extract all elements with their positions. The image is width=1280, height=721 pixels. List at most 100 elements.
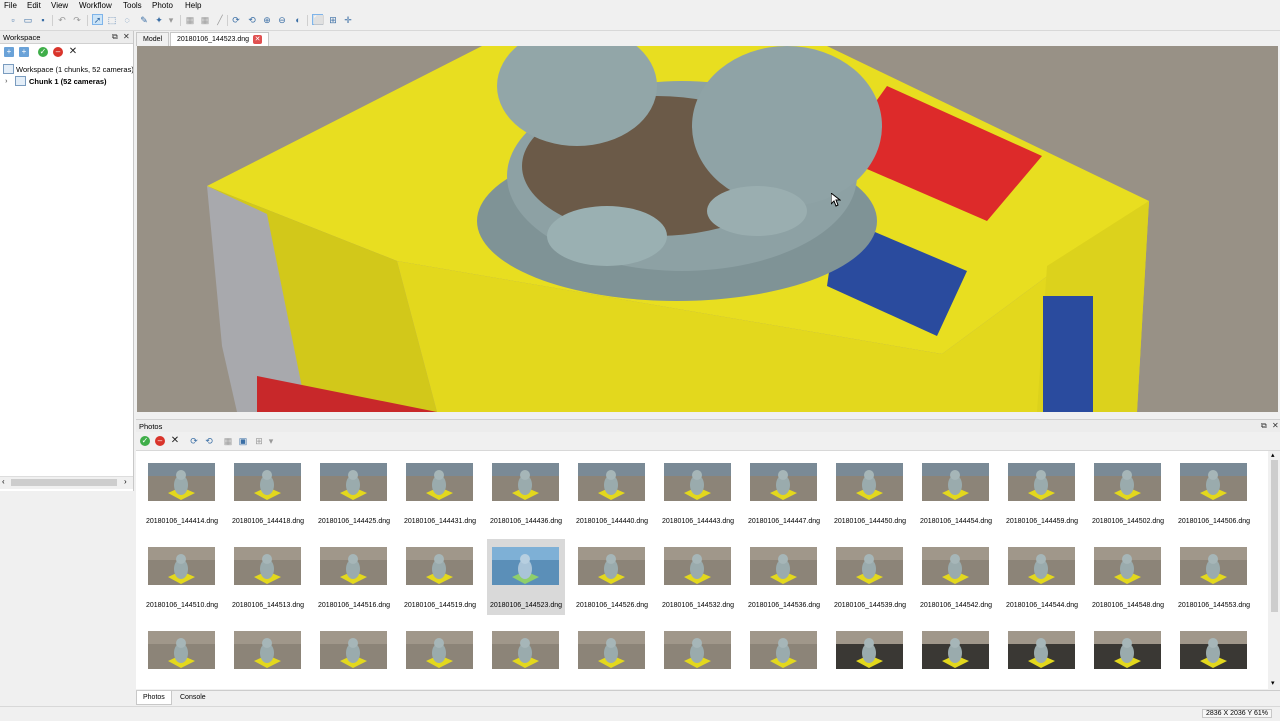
photo-thumbnail-cell[interactable]: 20180106_144443.dng: [659, 455, 737, 531]
chevron-down-icon[interactable]: ▾: [266, 436, 276, 446]
magic-wand-icon[interactable]: ✦: [154, 15, 164, 25]
crop-icon[interactable]: ▦: [185, 15, 195, 25]
photo-thumbnail-cell[interactable]: [1003, 623, 1081, 689]
photo-thumbnail-cell[interactable]: 20180106_144436.dng: [487, 455, 565, 531]
close-icon[interactable]: ✕: [123, 32, 130, 41]
redo-icon[interactable]: ↷: [72, 15, 82, 25]
photo-thumbnail-cell[interactable]: 20180106_144506.dng: [1175, 455, 1253, 531]
add-photos-icon[interactable]: +: [19, 47, 29, 57]
navigation-icon[interactable]: ➚: [92, 14, 103, 25]
tree-item-workspace[interactable]: Workspace (1 chunks, 52 cameras): [0, 64, 133, 75]
photo-thumbnail-cell[interactable]: [831, 623, 909, 689]
close-icon[interactable]: ✕: [1272, 421, 1279, 430]
photo-thumbnail-cell[interactable]: 20180106_144502.dng: [1089, 455, 1167, 531]
workspace-hscrollbar[interactable]: ‹ ›: [0, 476, 133, 489]
enable-icon[interactable]: ✓: [38, 47, 48, 57]
new-file-icon[interactable]: ▫: [8, 15, 18, 25]
photo-thumbnail-cell[interactable]: 20180106_144536.dng: [745, 539, 823, 615]
enable-icon[interactable]: ✓: [140, 436, 150, 446]
rotate-left-icon[interactable]: ⟲: [204, 436, 214, 446]
photo-thumbnail-cell[interactable]: 20180106_144431.dng: [401, 455, 479, 531]
scroll-down-icon[interactable]: ▾: [1271, 679, 1275, 687]
photo-thumbnail-cell[interactable]: [229, 623, 307, 689]
photo-thumbnail-cell[interactable]: 20180106_144532.dng: [659, 539, 737, 615]
remove-icon[interactable]: ✕: [68, 47, 78, 57]
tab-console[interactable]: Console: [174, 691, 212, 704]
photo-thumbnail-cell[interactable]: 20180106_144418.dng: [229, 455, 307, 531]
photo-thumbnail-cell[interactable]: [315, 623, 393, 689]
zoom-out-icon[interactable]: ⊖: [277, 15, 287, 25]
tab-model[interactable]: Model: [136, 32, 170, 46]
scrollbar-thumb[interactable]: [11, 479, 117, 486]
photo-thumbnail-cell[interactable]: 20180106_144450.dng: [831, 455, 909, 531]
move-icon[interactable]: ✛: [343, 15, 353, 25]
float-icon[interactable]: ⧉: [112, 32, 118, 42]
free-form-select-icon[interactable]: ◌: [122, 15, 132, 25]
undo-icon[interactable]: ↶: [57, 15, 67, 25]
photo-thumbnail-cell[interactable]: 20180106_144553.dng: [1175, 539, 1253, 615]
photo-thumbnail-cell[interactable]: 20180106_144526.dng: [573, 539, 651, 615]
tab-photo[interactable]: 20180106_144523.dng ✕: [170, 32, 270, 46]
photo-thumbnail-cell[interactable]: [143, 623, 221, 689]
show-cameras-icon[interactable]: ▣: [238, 436, 248, 446]
photo-thumbnail-cell[interactable]: [1175, 623, 1253, 689]
photo-thumbnail-cell[interactable]: 20180106_144510.dng: [143, 539, 221, 615]
menu-tools[interactable]: Tools: [123, 1, 142, 10]
line-icon[interactable]: ╱: [215, 15, 225, 25]
save-icon[interactable]: ▪: [38, 15, 48, 25]
photo-thumbnail-cell[interactable]: [1089, 623, 1167, 689]
photo-thumbnail-cell[interactable]: 20180106_144513.dng: [229, 539, 307, 615]
photo-thumbnail-cell[interactable]: 20180106_144523.dng: [487, 539, 565, 615]
photo-thumbnail-cell[interactable]: [573, 623, 651, 689]
photo-thumbnail-cell[interactable]: 20180106_144544.dng: [1003, 539, 1081, 615]
menu-edit[interactable]: Edit: [27, 1, 41, 10]
photos-vscrollbar[interactable]: ▴ ▾: [1269, 451, 1280, 689]
chevron-right-icon[interactable]: ›: [5, 76, 8, 85]
grid-icon[interactable]: ⊞: [328, 15, 338, 25]
photo-thumbnail-cell[interactable]: 20180106_144440.dng: [573, 455, 651, 531]
rotate-left-icon[interactable]: ⟲: [247, 15, 257, 25]
disable-icon[interactable]: –: [155, 436, 165, 446]
float-icon[interactable]: ⧉: [1261, 421, 1267, 431]
crop-icon-2[interactable]: ▦: [200, 15, 210, 25]
fit-icon[interactable]: ⬜: [312, 14, 324, 25]
view-mode-icon[interactable]: ⊞: [254, 436, 264, 446]
zoom-in-icon[interactable]: ⊕: [262, 15, 272, 25]
photo-thumbnail-cell[interactable]: 20180106_144519.dng: [401, 539, 479, 615]
photo-thumbnail-cell[interactable]: 20180106_144542.dng: [917, 539, 995, 615]
tab-photos[interactable]: Photos: [136, 691, 172, 705]
photo-thumbnail-cell[interactable]: [401, 623, 479, 689]
menu-workflow[interactable]: Workflow: [79, 1, 112, 10]
photo-thumbnail-cell[interactable]: [659, 623, 737, 689]
close-tab-icon[interactable]: ✕: [253, 34, 263, 44]
tree-item-chunk-1[interactable]: › Chunk 1 (52 cameras): [0, 76, 133, 87]
menu-file[interactable]: File: [4, 1, 17, 10]
photo-thumbnail-cell[interactable]: 20180106_144539.dng: [831, 539, 909, 615]
contrast-icon[interactable]: ◐: [293, 15, 303, 25]
menu-help[interactable]: Help: [185, 1, 201, 10]
reset-filter-icon[interactable]: ▦: [223, 436, 233, 446]
scroll-left-icon[interactable]: ‹: [2, 477, 5, 486]
scrollbar-thumb[interactable]: [1271, 460, 1278, 612]
photo-thumbnail-cell[interactable]: 20180106_144454.dng: [917, 455, 995, 531]
disable-icon[interactable]: –: [53, 47, 63, 57]
chevron-down-icon[interactable]: ▾: [166, 15, 176, 25]
photo-thumbnail-cell[interactable]: [745, 623, 823, 689]
photo-thumbnail-cell[interactable]: 20180106_144414.dng: [143, 455, 221, 531]
rectangle-select-icon[interactable]: ⬚: [107, 15, 117, 25]
photo-thumbnail-cell[interactable]: 20180106_144425.dng: [315, 455, 393, 531]
photo-thumbnail-cell[interactable]: 20180106_144548.dng: [1089, 539, 1167, 615]
scroll-up-icon[interactable]: ▴: [1271, 451, 1275, 459]
photo-viewer[interactable]: [137, 46, 1278, 412]
photo-thumbnail-cell[interactable]: 20180106_144516.dng: [315, 539, 393, 615]
rotate-right-icon[interactable]: ⟳: [231, 15, 241, 25]
photo-thumbnail-cell[interactable]: [917, 623, 995, 689]
photo-thumbnail-cell[interactable]: 20180106_144459.dng: [1003, 455, 1081, 531]
menu-view[interactable]: View: [51, 1, 68, 10]
rotate-right-icon[interactable]: ⟳: [189, 436, 199, 446]
menu-photo[interactable]: Photo: [152, 1, 173, 10]
add-chunk-icon[interactable]: +: [4, 47, 14, 57]
open-folder-icon[interactable]: ▭: [23, 15, 33, 25]
scroll-right-icon[interactable]: ›: [124, 477, 127, 486]
remove-icon[interactable]: ✕: [170, 436, 180, 446]
